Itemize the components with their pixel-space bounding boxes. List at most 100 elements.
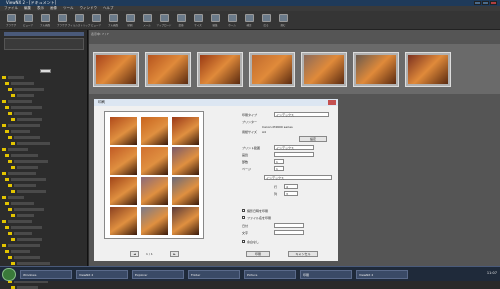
tree-item[interactable]	[17, 118, 42, 121]
toolbar-button[interactable]: ビューア	[21, 13, 35, 28]
tree-item[interactable]	[17, 166, 38, 169]
tree-item[interactable]	[8, 172, 36, 175]
start-button[interactable]	[2, 268, 16, 281]
toolbar-icon	[23, 14, 33, 22]
toolbar-button[interactable]: 進む	[276, 13, 290, 28]
toolbar-button[interactable]: 補正	[242, 13, 256, 28]
tree-item[interactable]	[17, 238, 42, 241]
tree-item[interactable]	[14, 232, 32, 235]
tree-item[interactable]	[14, 112, 32, 115]
quality-select[interactable]	[274, 152, 314, 157]
preview-cell	[171, 206, 200, 236]
taskbar-item[interactable]: Folder	[188, 270, 240, 279]
print-filename-checkbox[interactable]	[242, 216, 245, 219]
tree-item[interactable]	[14, 88, 44, 91]
rows-input[interactable]: 4	[284, 184, 298, 189]
thumbnail[interactable]	[197, 52, 243, 87]
folder-icon	[5, 250, 9, 253]
tree-item[interactable]	[14, 136, 40, 139]
toolbar-button[interactable]: 印刷	[123, 13, 137, 28]
favorites-box[interactable]	[4, 38, 84, 50]
tree-item[interactable]	[8, 148, 28, 151]
toolbar-button[interactable]: ブラウザ	[4, 13, 18, 28]
size-select[interactable]: インデックス	[264, 175, 332, 180]
maximize-button[interactable]	[482, 1, 489, 5]
tree-item[interactable]	[14, 208, 44, 211]
toolbar-button[interactable]: 戻る	[259, 13, 273, 28]
printer-settings-button[interactable]: 設定	[299, 136, 327, 142]
toolbar-icon	[227, 14, 237, 22]
tree-item[interactable]	[8, 220, 32, 223]
taskbar-item[interactable]: Windows	[20, 270, 72, 279]
tree-item[interactable]	[14, 256, 40, 259]
copies-input[interactable]: 1	[274, 159, 284, 164]
tree-item[interactable]	[8, 196, 24, 199]
toolbar-icon	[108, 14, 118, 22]
toolbar-button[interactable]: 編集	[208, 13, 222, 28]
tree-item[interactable]	[17, 262, 50, 265]
print-date-checkbox[interactable]	[242, 209, 245, 212]
date-select[interactable]	[274, 223, 304, 228]
toolbar-button[interactable]: 変換	[174, 13, 188, 28]
prev-page-button[interactable]: ◄	[130, 251, 139, 257]
preview-cell	[171, 116, 200, 146]
toolbar-button[interactable]: アップロード	[157, 13, 172, 28]
preview-cell	[109, 116, 138, 146]
toolbar-label: 補正	[246, 24, 252, 27]
print-type-select[interactable]: インデックス	[274, 112, 329, 117]
tree-item[interactable]	[11, 250, 30, 253]
tree-item[interactable]	[8, 124, 40, 127]
taskbar-item[interactable]: ViewNX 2	[76, 270, 128, 279]
text-select[interactable]	[274, 230, 304, 235]
paper-label: 用紙サイズ	[242, 130, 257, 134]
cols-input[interactable]: 3	[284, 191, 298, 196]
cancel-button[interactable]: キャンセル	[288, 251, 318, 257]
toolbar-button[interactable]: ビューア	[89, 13, 103, 28]
tree-item[interactable]	[8, 244, 40, 247]
borderless-checkbox[interactable]	[242, 240, 245, 243]
tree-item[interactable]	[11, 178, 46, 181]
toolbar-button[interactable]: フィルムストリップ	[68, 13, 90, 28]
taskbar-item[interactable]: ViewNX 2	[356, 270, 408, 279]
tree-item[interactable]	[11, 106, 42, 109]
thumbnail[interactable]	[249, 52, 295, 87]
tree-item[interactable]	[8, 100, 32, 103]
tree-item[interactable]	[17, 190, 46, 193]
toolbar-button[interactable]: フル画面	[38, 13, 52, 28]
minimize-button[interactable]	[474, 1, 481, 5]
taskbar-item[interactable]: Picture	[244, 270, 296, 279]
tree-item[interactable]	[11, 202, 34, 205]
thumbnail-image	[304, 55, 344, 84]
tree-item[interactable]	[17, 214, 34, 217]
tree-item[interactable]	[11, 82, 34, 85]
print-button[interactable]: 印刷	[246, 251, 270, 257]
thumbnail[interactable]	[301, 52, 347, 87]
folder-icon	[2, 100, 6, 103]
next-page-button[interactable]: ►	[170, 251, 179, 257]
thumbnail[interactable]	[405, 52, 451, 87]
tree-item[interactable]	[17, 94, 34, 97]
tree-item[interactable]	[17, 142, 50, 145]
layout-select[interactable]: インデックス	[274, 145, 314, 150]
dialog-close-button[interactable]	[328, 100, 336, 105]
toolbar-button[interactable]: サイズ	[191, 13, 205, 28]
page-input[interactable]: 1	[274, 166, 284, 171]
folder-icon	[11, 262, 15, 265]
tree-item[interactable]	[11, 130, 30, 133]
tree-item[interactable]	[14, 160, 48, 163]
nav-mini-button[interactable]	[40, 69, 51, 73]
thumbnail-strip	[89, 44, 500, 94]
tree-item[interactable]	[11, 226, 42, 229]
tree-item[interactable]	[11, 154, 38, 157]
thumbnail[interactable]	[93, 52, 139, 87]
tree-item[interactable]	[14, 184, 36, 187]
thumbnail[interactable]	[353, 52, 399, 87]
toolbar-button[interactable]: ホーム	[225, 13, 239, 28]
taskbar-item[interactable]: 印刷	[300, 270, 352, 279]
toolbar-button[interactable]: フル画面	[106, 13, 120, 28]
taskbar-item[interactable]: Explorer	[132, 270, 184, 279]
toolbar-button[interactable]: メール	[140, 13, 154, 28]
close-button[interactable]	[490, 1, 497, 5]
thumbnail[interactable]	[145, 52, 191, 87]
tree-item[interactable]	[8, 76, 24, 79]
